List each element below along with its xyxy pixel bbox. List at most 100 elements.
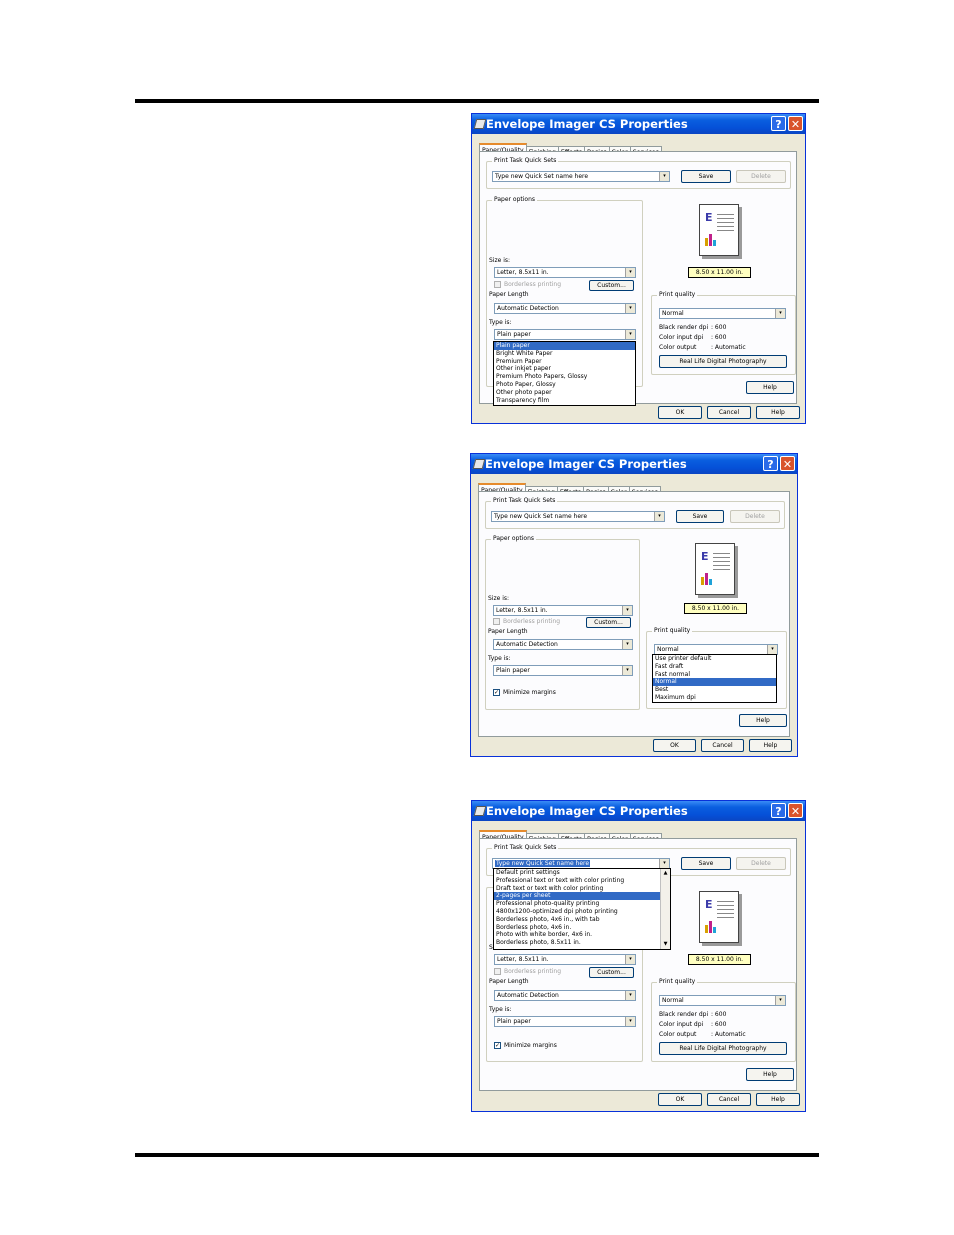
paper-type-option[interactable]: Photo Paper, Glossy xyxy=(494,381,635,389)
chevron-down-icon[interactable]: ▾ xyxy=(654,512,664,521)
chevron-down-icon[interactable]: ▾ xyxy=(622,606,632,615)
paper-type-combo[interactable]: Plain paper ▾ xyxy=(494,1016,636,1027)
save-button[interactable]: Save xyxy=(676,510,724,523)
properties-dialog-quick-sets: Envelope Imager CS Properties ? ✕ Paper/… xyxy=(471,800,806,1112)
quick-set-option[interactable]: Default print settings xyxy=(494,869,670,877)
paper-type-option[interactable]: Premium Paper xyxy=(494,358,635,366)
dropdown-scrollbar[interactable]: ▲ ▼ xyxy=(660,869,670,949)
paper-type-option[interactable]: Transparency film xyxy=(494,397,635,405)
quick-set-option[interactable]: 2-pages per sheet xyxy=(494,892,670,901)
print-quality-combo[interactable]: Normal ▾ xyxy=(659,995,786,1006)
quick-set-option[interactable]: Professional text or text with color pri… xyxy=(494,877,670,885)
ok-button[interactable]: OK xyxy=(658,1093,702,1106)
quick-set-option[interactable]: Borderless photo, 4x6 in., with tab xyxy=(494,916,670,924)
size-combo[interactable]: Letter, 8.5x11 in. ▾ xyxy=(494,954,636,965)
paper-length-combo[interactable]: Automatic Detection ▾ xyxy=(494,990,636,1001)
paper-length-combo[interactable]: Automatic Detection ▾ xyxy=(494,303,636,314)
paper-type-combo[interactable]: Plain paper ▾ xyxy=(494,329,636,340)
cancel-button[interactable]: Cancel xyxy=(707,1093,751,1106)
help-title-button[interactable]: ? xyxy=(763,456,778,471)
color-output-value: : Automatic xyxy=(711,344,746,351)
dialog-title: Envelope Imager CS Properties xyxy=(486,117,688,131)
quick-set-option[interactable]: Professional photo-quality printing xyxy=(494,900,670,908)
help-button[interactable]: Help xyxy=(746,1068,794,1081)
custom-button[interactable]: Custom... xyxy=(589,280,634,291)
chevron-down-icon[interactable]: ▾ xyxy=(659,859,669,868)
real-life-photo-button[interactable]: Real Life Digital Photography xyxy=(659,355,787,368)
chevron-down-icon[interactable]: ▾ xyxy=(622,640,632,649)
paper-length-label: Paper Length xyxy=(489,291,529,298)
quick-set-option[interactable]: Photo with white border, 4x6 in. xyxy=(494,931,670,939)
scroll-up-icon[interactable]: ▲ xyxy=(661,869,670,878)
size-combo[interactable]: Letter, 8.5x11 in. ▾ xyxy=(493,605,633,616)
help-title-button[interactable]: ? xyxy=(771,116,786,131)
print-quality-option[interactable]: Normal xyxy=(653,678,776,687)
scroll-down-icon[interactable]: ▼ xyxy=(661,940,670,949)
minimize-margins-checkbox[interactable]: ✓ xyxy=(493,689,500,696)
borderless-checkbox[interactable] xyxy=(494,968,501,975)
chevron-down-icon[interactable]: ▾ xyxy=(625,1017,635,1026)
quick-set-option[interactable]: Draft text or text with color printing xyxy=(494,885,670,893)
custom-button[interactable]: Custom... xyxy=(586,617,631,628)
quick-set-combo[interactable]: Type new Quick Set name here ▾ xyxy=(492,171,670,182)
borderless-checkbox[interactable] xyxy=(494,281,501,288)
cancel-button[interactable]: Cancel xyxy=(701,739,744,752)
delete-button[interactable]: Delete xyxy=(736,857,786,870)
delete-button[interactable]: Delete xyxy=(730,510,780,523)
chevron-down-icon[interactable]: ▾ xyxy=(622,666,632,675)
chevron-down-icon[interactable]: ▾ xyxy=(625,268,635,277)
chevron-down-icon[interactable]: ▾ xyxy=(767,645,777,654)
title-bar[interactable]: Envelope Imager CS Properties ? ✕ xyxy=(471,454,797,474)
borderless-checkbox[interactable] xyxy=(493,618,500,625)
quick-set-option[interactable]: Borderless photo, 8.5x11 in. xyxy=(494,939,670,947)
paper-type-option[interactable]: Plain paper xyxy=(494,342,635,350)
chevron-down-icon[interactable]: ▾ xyxy=(625,330,635,339)
real-life-photo-button[interactable]: Real Life Digital Photography xyxy=(659,1042,787,1055)
chevron-down-icon[interactable]: ▾ xyxy=(625,955,635,964)
preview-glyph: E xyxy=(705,211,713,224)
save-button[interactable]: Save xyxy=(681,857,731,870)
help-bottom-button[interactable]: Help xyxy=(756,1093,800,1106)
paper-length-combo[interactable]: Automatic Detection ▾ xyxy=(493,639,633,650)
color-dpi-label: Color input dpi xyxy=(659,334,704,341)
print-quality-option[interactable]: Maximum dpi xyxy=(653,694,776,702)
delete-button[interactable]: Delete xyxy=(736,170,786,183)
paper-type-option[interactable]: Other photo paper xyxy=(494,389,635,397)
help-button[interactable]: Help xyxy=(746,381,794,394)
color-output-label: Color output xyxy=(659,344,697,351)
chevron-down-icon[interactable]: ▾ xyxy=(625,991,635,1000)
chevron-down-icon[interactable]: ▾ xyxy=(659,172,669,181)
quick-set-option[interactable]: 4800x1200-optimized dpi photo printing xyxy=(494,908,670,916)
quick-set-combo[interactable]: Type new Quick Set name here ▾ xyxy=(491,511,665,522)
paper-type-option[interactable]: Other inkjet paper xyxy=(494,365,635,373)
ok-button[interactable]: OK xyxy=(653,739,696,752)
close-title-button[interactable]: ✕ xyxy=(788,803,803,818)
paper-type-combo[interactable]: Plain paper ▾ xyxy=(493,665,633,676)
print-quality-option[interactable]: Fast draft xyxy=(653,663,776,671)
chevron-down-icon[interactable]: ▾ xyxy=(775,996,785,1005)
title-bar[interactable]: Envelope Imager CS Properties ? ✕ xyxy=(472,801,805,821)
paper-type-option[interactable]: Premium Photo Papers, Glossy xyxy=(494,373,635,381)
help-button[interactable]: Help xyxy=(739,714,787,727)
close-title-button[interactable]: ✕ xyxy=(780,456,795,471)
help-bottom-button[interactable]: Help xyxy=(756,406,800,419)
chevron-down-icon[interactable]: ▾ xyxy=(775,309,785,318)
paper-type-option[interactable]: Bright White Paper xyxy=(494,350,635,358)
quick-set-option[interactable]: Borderless photo, 4x6 in. xyxy=(494,924,670,932)
print-quality-option[interactable]: Use printer default xyxy=(653,655,776,663)
help-title-button[interactable]: ? xyxy=(771,803,786,818)
properties-dialog-print-quality: Envelope Imager CS Properties ? ✕ Paper/… xyxy=(470,453,798,757)
size-combo[interactable]: Letter, 8.5x11 in. ▾ xyxy=(494,267,636,278)
print-quality-option[interactable]: Fast normal xyxy=(653,671,776,679)
cancel-button[interactable]: Cancel xyxy=(707,406,751,419)
minimize-margins-checkbox[interactable]: ✓ xyxy=(494,1042,501,1049)
chevron-down-icon[interactable]: ▾ xyxy=(625,304,635,313)
help-bottom-button[interactable]: Help xyxy=(749,739,792,752)
custom-button[interactable]: Custom... xyxy=(589,967,634,978)
print-quality-option[interactable]: Best xyxy=(653,686,776,694)
title-bar[interactable]: Envelope Imager CS Properties ? ✕ xyxy=(472,114,805,134)
ok-button[interactable]: OK xyxy=(658,406,702,419)
close-title-button[interactable]: ✕ xyxy=(788,116,803,131)
save-button[interactable]: Save xyxy=(681,170,731,183)
print-quality-combo[interactable]: Normal ▾ xyxy=(659,308,786,319)
